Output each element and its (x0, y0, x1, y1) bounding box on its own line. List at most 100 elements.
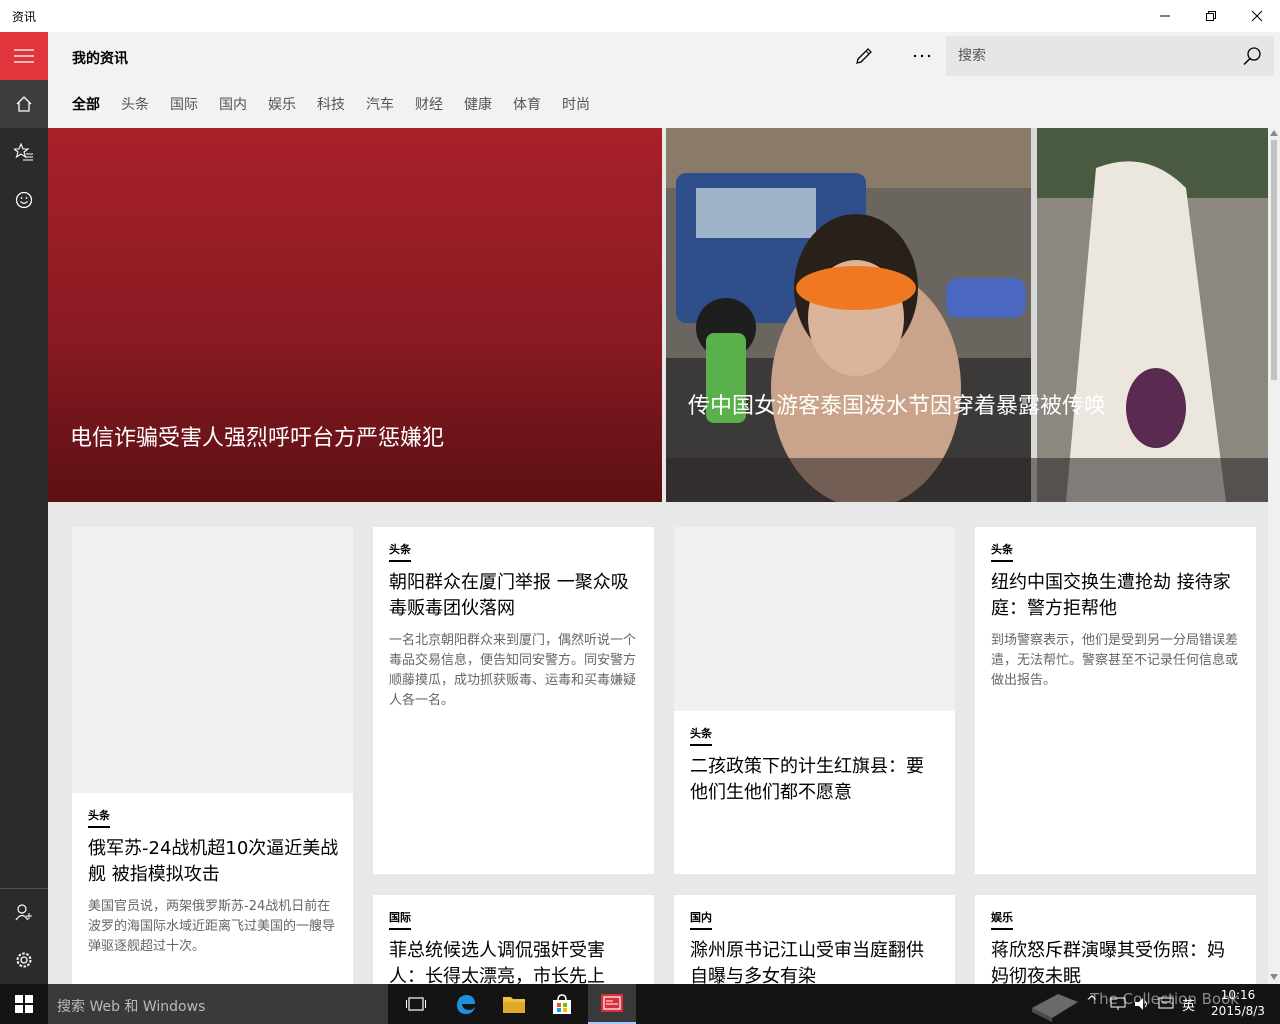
notification-icon[interactable] (1158, 997, 1174, 1011)
category-tabs: 全部 头条 国际 国内 娱乐 科技 汽车 财经 健康 体育 时尚 (72, 94, 611, 116)
edge-browser-button[interactable] (442, 984, 490, 1024)
window-title: 资讯 (12, 10, 37, 24)
news-card[interactable]: 娱乐 蒋欣怒斥群演曝其受伤照：妈妈彻夜未眠 (975, 895, 1256, 984)
search-input[interactable] (946, 36, 1236, 76)
navigation-rail (0, 32, 48, 984)
smiley-icon (15, 191, 33, 209)
hero-title: 电信诈骗受害人强烈呼吁台方严惩嫌犯 (70, 426, 445, 451)
file-explorer-button[interactable] (490, 984, 538, 1024)
edge-icon (457, 995, 475, 1014)
news-card[interactable]: 国内 滁州原书记江山受审当庭翻供 自曝与多女有染 (674, 895, 955, 984)
volume-icon[interactable] (1134, 997, 1150, 1011)
restore-button[interactable] (1188, 0, 1234, 32)
tab-entertainment[interactable]: 娱乐 (268, 94, 296, 116)
clock-date: 2015/8/3 (1211, 1004, 1265, 1018)
news-app-taskbar-button[interactable] (588, 984, 636, 1024)
close-icon (1251, 10, 1263, 22)
settings-button[interactable] (0, 936, 48, 984)
restore-icon (1206, 11, 1216, 21)
scrollbar-thumb[interactable] (1271, 140, 1277, 380)
card-category: 头条 (389, 541, 411, 562)
tray-expand-icon[interactable]: ^ (1086, 994, 1100, 1014)
card-title: 菲总统候选人调侃强奸受害人：长得太漂亮，市长先上 (389, 940, 605, 984)
nav-interests-button[interactable] (0, 176, 48, 224)
watermark-book-icon (1032, 994, 1078, 1022)
tab-fashion[interactable]: 时尚 (562, 94, 590, 116)
nav-home-button[interactable] (0, 80, 48, 128)
edit-button[interactable] (844, 36, 884, 76)
close-button[interactable] (1234, 0, 1280, 32)
task-view-icon (406, 997, 426, 1011)
task-view-button[interactable] (392, 984, 440, 1024)
minimize-button[interactable] (1142, 0, 1188, 32)
card-summary: 到场警察表示，他们是受到另一分局错误差遣，无法帮忙。警察甚至不记录任何信息或做出… (991, 633, 1239, 688)
card-title: 蒋欣怒斥群演曝其受伤照：妈妈彻夜未眠 (991, 940, 1225, 984)
news-card[interactable]: 国际 菲总统候选人调侃强奸受害人：长得太漂亮，市长先上 (373, 895, 654, 984)
taskbar: 搜索 Web 和 Windows The Collection Book ^ 英… (0, 984, 1280, 1024)
home-icon (16, 96, 32, 112)
minimize-icon (1160, 15, 1170, 17)
scroll-up-icon[interactable] (1270, 130, 1278, 136)
card-summary: 美国官员说，两架俄罗斯苏-24战机日前在波罗的海国际水域近距离飞过美国的一艘导弹… (88, 899, 336, 954)
card-image-placeholder (674, 527, 955, 711)
tab-auto[interactable]: 汽车 (366, 94, 394, 116)
ime-indicator[interactable]: 英 (1182, 995, 1195, 1014)
pencil-icon (856, 48, 872, 64)
hero-article-2[interactable]: 传中国女游客泰国泼水节因穿着暴露被传唤 (666, 128, 1268, 502)
scroll-down-icon[interactable] (1270, 974, 1278, 980)
news-icon (601, 994, 623, 1012)
card-title: 滁州原书记江山受审当庭翻供 自曝与多女有染 (690, 940, 924, 984)
windows-logo-icon (15, 995, 33, 1013)
account-button[interactable] (0, 888, 48, 936)
hamburger-menu-button[interactable] (0, 32, 48, 80)
taskbar-search[interactable]: 搜索 Web 和 Windows (48, 984, 388, 1024)
card-category: 头条 (991, 541, 1013, 562)
card-category: 头条 (88, 807, 110, 828)
add-user-icon (15, 904, 32, 921)
card-category: 国际 (389, 909, 411, 930)
more-button[interactable] (902, 36, 942, 76)
gear-icon (16, 952, 32, 968)
store-button[interactable] (538, 984, 586, 1024)
nav-favorites-button[interactable] (0, 128, 48, 176)
clock[interactable]: 10:16 2015/8/3 (1206, 987, 1270, 1019)
folder-icon (503, 997, 525, 1013)
tab-domestic[interactable]: 国内 (219, 94, 247, 116)
hamburger-icon (14, 49, 34, 63)
news-feed: 电信诈骗受害人强烈呼吁台方严惩嫌犯 传中国女游客泰国泼水节因穿着暴露被传唤 头条… (48, 128, 1280, 984)
search-box[interactable] (946, 36, 1274, 76)
page-title: 我的资讯 (72, 51, 128, 67)
start-button[interactable] (0, 984, 48, 1024)
card-title: 俄军苏-24战机超10次逼近美战舰 被指模拟攻击 (88, 838, 339, 885)
hero-title: 传中国女游客泰国泼水节因穿着暴露被传唤 (688, 394, 1107, 419)
news-card[interactable]: 头条 朝阳群众在厦门举报 一聚众吸毒贩毒团伙落网 一名北京朝阳群众来到厦门，偶然… (373, 527, 654, 874)
tab-headlines[interactable]: 头条 (121, 94, 149, 116)
network-icon[interactable] (1110, 997, 1126, 1011)
tab-sports[interactable]: 体育 (513, 94, 541, 116)
card-category: 头条 (690, 725, 712, 746)
tab-finance[interactable]: 财经 (415, 94, 443, 116)
search-button[interactable] (1242, 46, 1262, 70)
news-card[interactable]: 头条 二孩政策下的计生红旗县：要他们生他们都不愿意 (674, 527, 955, 874)
card-category: 国内 (690, 909, 712, 930)
title-bar: 资讯 (0, 0, 1280, 32)
card-image-placeholder (72, 527, 353, 793)
app-header: 我的资讯 全部 头条 国际 国内 娱乐 科技 汽车 财经 健康 体育 时尚 (48, 32, 1280, 128)
store-bag-icon (553, 994, 571, 1014)
tab-technology[interactable]: 科技 (317, 94, 345, 116)
tab-all[interactable]: 全部 (72, 94, 100, 116)
card-summary: 一名北京朝阳群众来到厦门，偶然听说一个毒品交易信息，便告知同安警方。同安警方顺藤… (389, 633, 637, 708)
news-card[interactable]: 头条 纽约中国交换生遭抢劫 接待家庭：警方拒帮他 到场警察表示，他们是受到另一分… (975, 527, 1256, 874)
taskbar-search-placeholder: 搜索 Web 和 Windows (57, 999, 206, 1015)
star-list-icon (14, 143, 33, 161)
hero-article-1[interactable]: 电信诈骗受害人强烈呼吁台方严惩嫌犯 (48, 128, 662, 502)
tab-international[interactable]: 国际 (170, 94, 198, 116)
card-title: 朝阳群众在厦门举报 一聚众吸毒贩毒团伙落网 (389, 572, 629, 619)
more-icon (913, 54, 931, 58)
news-card[interactable]: 头条 俄军苏-24战机超10次逼近美战舰 被指模拟攻击 美国官员说，两架俄罗斯苏… (72, 527, 353, 984)
card-title: 二孩政策下的计生红旗县：要他们生他们都不愿意 (690, 756, 924, 803)
tab-health[interactable]: 健康 (464, 94, 492, 116)
vertical-scrollbar[interactable] (1268, 128, 1280, 984)
search-icon (1243, 47, 1261, 66)
card-category: 娱乐 (991, 909, 1013, 930)
